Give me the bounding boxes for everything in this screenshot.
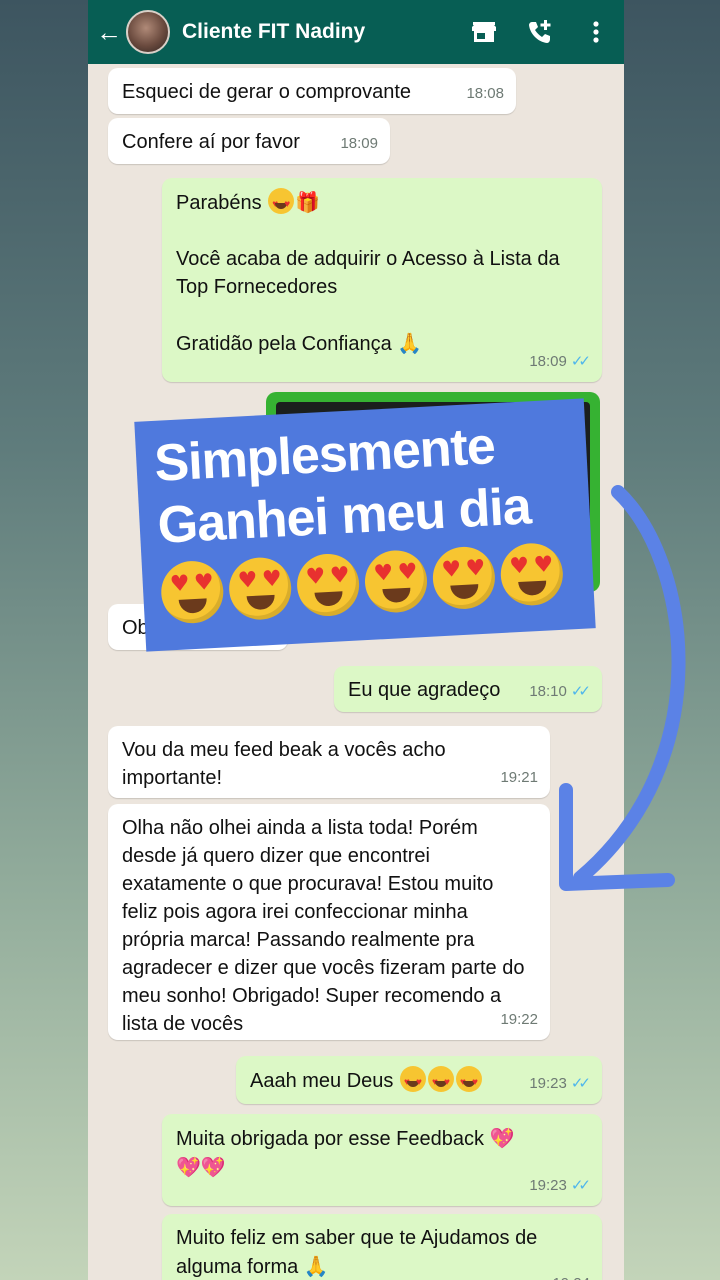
message-outgoing[interactable]: Aaah meu Deus 19:23✓✓	[236, 1056, 602, 1104]
add-call-icon[interactable]	[512, 19, 568, 45]
store-icon[interactable]	[456, 20, 512, 44]
message-text: Você acaba de adquirir o Acesso à Lista …	[176, 248, 560, 298]
read-ticks-icon: ✓✓	[570, 353, 591, 370]
message-time: 18:08	[466, 85, 504, 102]
message-text: Muito feliz em saber que te Ajudamos de …	[176, 1227, 538, 1278]
back-arrow-icon[interactable]: ←	[92, 17, 126, 48]
heart-eyes-emoji: ♥ ♥	[295, 552, 361, 618]
message-time: 18:10 ✓✓	[529, 678, 591, 706]
heart-eyes-emoji: ♥ ♥	[159, 559, 225, 625]
message-time: 18:09 ✓✓	[529, 348, 591, 376]
heart-eyes-emoji	[399, 1066, 426, 1097]
gift-emoji: 🎁	[295, 190, 321, 214]
message-text: Esqueci de gerar o comprovante	[122, 81, 412, 103]
read-ticks-icon: ✓✓	[570, 683, 591, 700]
sparkling-heart-emoji: 💖💖	[176, 1155, 226, 1179]
message-incoming[interactable]: Confere aí por favor 18:09	[108, 118, 390, 164]
message-text: Confere aí por favor	[122, 131, 300, 153]
praying-hands-emoji: 🙏	[303, 1254, 329, 1278]
message-incoming[interactable]: Esqueci de gerar o comprovante 18:08	[108, 68, 516, 114]
message-text: Muita obrigada por esse Feedback	[176, 1128, 484, 1150]
message-outgoing[interactable]: Eu que agradeço 18:10 ✓✓	[334, 666, 602, 712]
message-list[interactable]: Esqueci de gerar o comprovante 18:08 Con…	[88, 64, 624, 1280]
praying-hands-emoji: 🙏	[397, 331, 423, 355]
message-time: 19:23 ✓✓	[529, 1070, 591, 1098]
message-text: Olha não olhei ainda a lista toda! Porém…	[122, 817, 525, 1035]
message-text: Vou da meu feed beak a vocês acho import…	[122, 739, 446, 789]
sticker-text-overlay: Simplesmente Ganhei meu dia ♥ ♥ ♥ ♥ ♥ ♥ ♥ ♥ …	[134, 398, 596, 652]
read-ticks-icon: ✓✓	[570, 1177, 591, 1194]
heart-eyes-emoji	[455, 1066, 482, 1097]
contact-avatar[interactable]	[126, 10, 170, 54]
heart-eyes-emoji: ♥ ♥	[227, 555, 293, 622]
message-text: Gratidão pela Confiança	[176, 333, 392, 355]
contact-name[interactable]: Cliente FIT Nadiny	[182, 20, 456, 44]
read-ticks-icon: ✓✓	[570, 1075, 591, 1092]
sparkling-heart-emoji: 💖	[489, 1126, 515, 1150]
message-time: 19:24	[552, 1270, 590, 1280]
message-incoming[interactable]: Olha não olhei ainda a lista toda! Porém…	[108, 804, 550, 1040]
message-text: Eu que agradeço	[348, 679, 501, 701]
message-outgoing[interactable]: Muita obrigada por esse Feedback 💖 💖💖 19…	[162, 1114, 602, 1206]
message-text: Parabéns	[176, 192, 262, 214]
heart-eyes-emoji: ♥ ♥	[431, 545, 497, 611]
chat-header: ← Cliente FIT Nadiny	[88, 0, 624, 64]
heart-eyes-emoji	[427, 1066, 454, 1097]
heart-eyes-emoji: ♥ ♥	[363, 548, 429, 615]
message-time: 19:23 ✓✓	[529, 1172, 591, 1200]
message-time: 18:09	[340, 135, 378, 152]
more-options-icon[interactable]	[568, 20, 624, 44]
heart-eyes-emoji: ♥ ♥	[499, 541, 565, 607]
message-text: Aaah meu Deus	[250, 1070, 394, 1092]
emoji-row: ♥ ♥ ♥ ♥ ♥ ♥ ♥ ♥ ♥ ♥ ♥ ♥	[159, 541, 577, 625]
message-outgoing[interactable]: Parabéns 🎁 Você acaba de adquirir o Aces…	[162, 178, 602, 382]
message-time: 19:21	[500, 769, 538, 786]
message-outgoing[interactable]: Muito feliz em saber que te Ajudamos de …	[162, 1214, 602, 1280]
message-incoming[interactable]: Vou da meu feed beak a vocês acho import…	[108, 726, 550, 798]
message-time: 19:22	[500, 1011, 538, 1028]
heart-eyes-emoji	[268, 188, 295, 219]
